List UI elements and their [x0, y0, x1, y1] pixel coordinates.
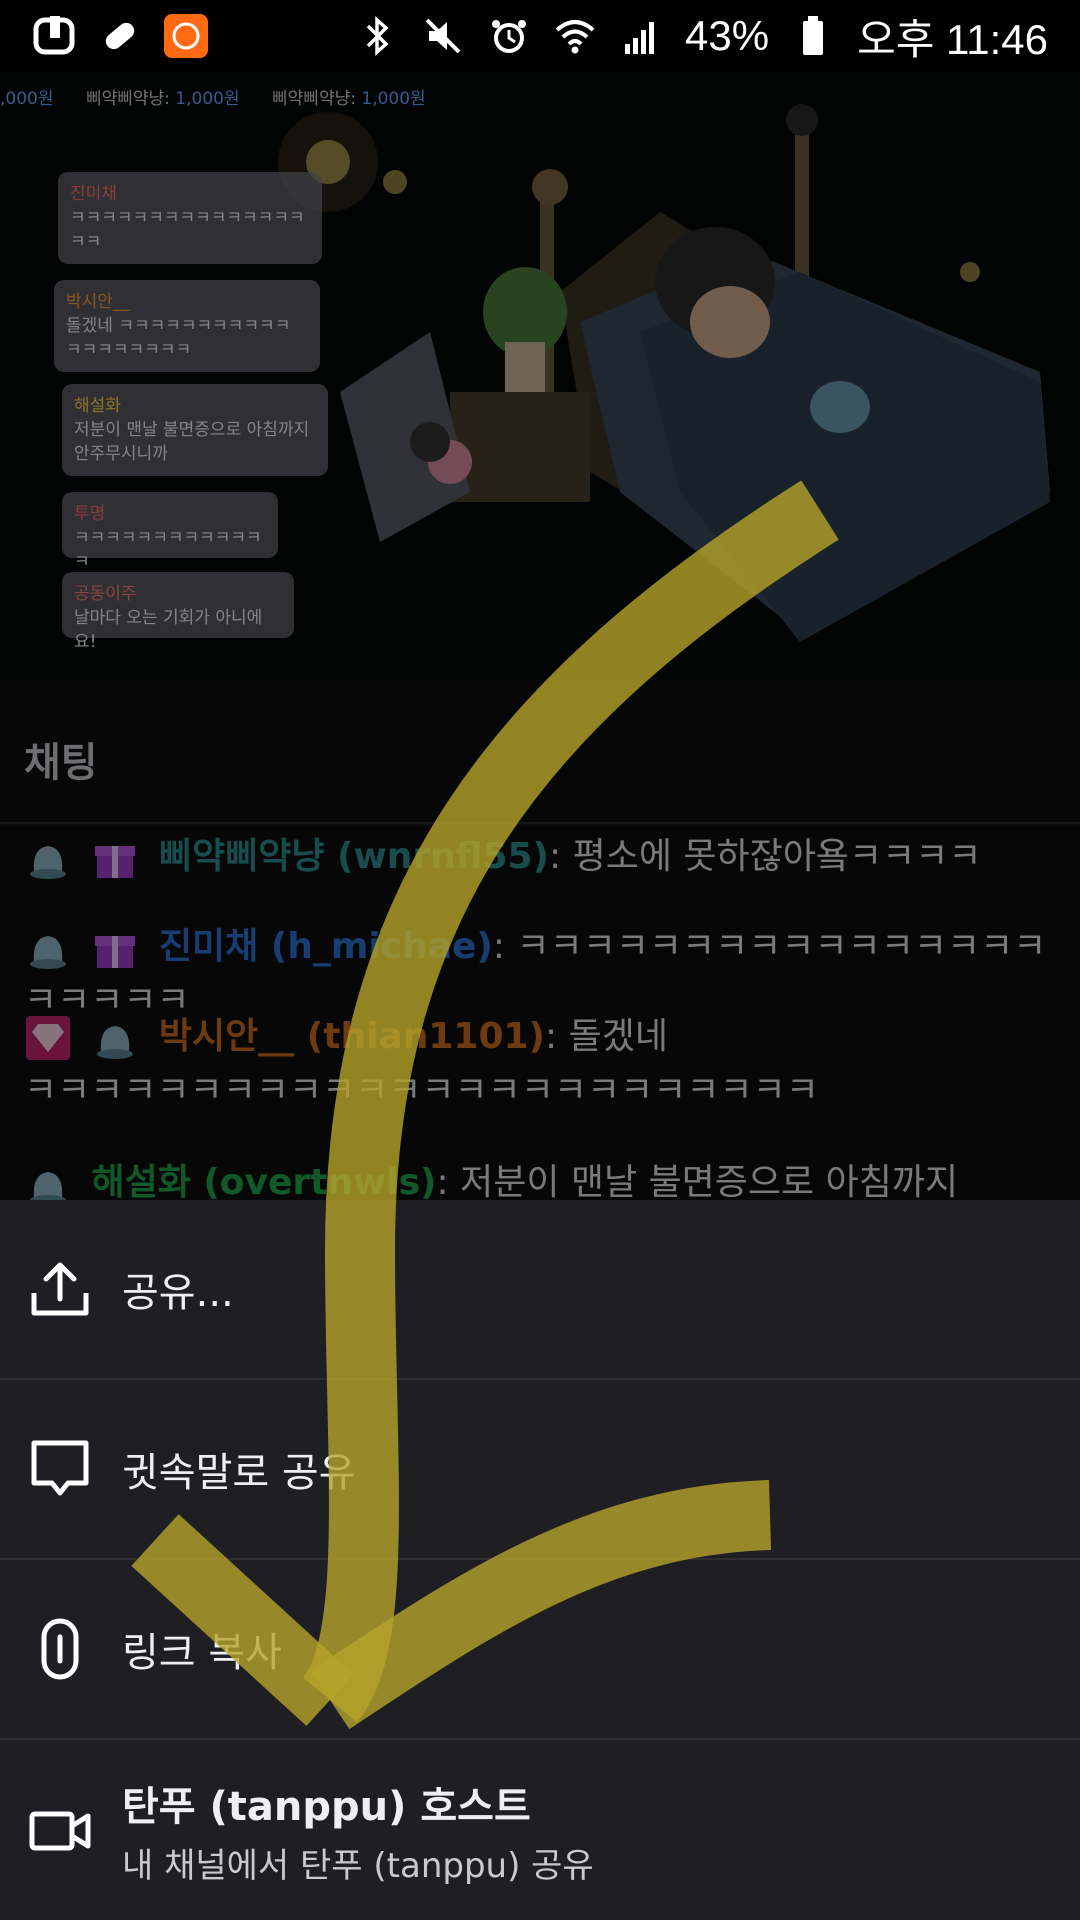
speech-bubble-icon [28, 1437, 92, 1501]
host-title: 탄푸 (tanppu) 호스트 [122, 1784, 531, 1830]
alarm-icon [487, 14, 531, 58]
mi-app-icon [164, 14, 208, 58]
app-u-icon [32, 14, 76, 58]
copy-link-button[interactable]: 링크 복사 [0, 1560, 1080, 1740]
notification-icons [32, 14, 208, 58]
share-bottom-sheet: 공유... 귓속말로 공유 링크 복사 탄푸 (tanppu) 호스트 내 채널… [0, 1200, 1080, 1920]
battery-icon [791, 14, 835, 58]
signal-icon [619, 14, 663, 58]
copy-link-label: 링크 복사 [122, 1630, 282, 1676]
mute-icon [421, 14, 465, 58]
share-upload-icon [28, 1257, 92, 1321]
dim-scrim[interactable] [0, 0, 1080, 1200]
clock: 오후 11:46 [857, 15, 1048, 63]
share-button[interactable]: 공유... [0, 1200, 1080, 1380]
share-label: 공유... [122, 1270, 234, 1316]
host-channel-button[interactable]: 탄푸 (tanppu) 호스트 내 채널에서 탄푸 (tanppu) 공유 [0, 1740, 1080, 1920]
status-bar: 43% 오후 11:46 [0, 0, 1080, 72]
pill-icon [98, 14, 142, 58]
whisper-share-button[interactable]: 귓속말로 공유 [0, 1380, 1080, 1560]
video-camera-icon [28, 1798, 92, 1862]
bluetooth-icon [355, 14, 399, 58]
wifi-icon [553, 14, 597, 58]
link-icon [28, 1617, 92, 1681]
screen: 43% 오후 11:46 ,000원 삐약삐약냥: 1,000원 삐약삐약냥: … [0, 0, 1080, 1920]
whisper-share-label: 귓속말로 공유 [122, 1450, 356, 1496]
system-status: 43% 오후 11:46 [355, 6, 1048, 67]
battery-percent: 43% [685, 12, 770, 59]
host-subtitle: 내 채널에서 탄푸 (tanppu) 공유 [122, 1846, 594, 1886]
